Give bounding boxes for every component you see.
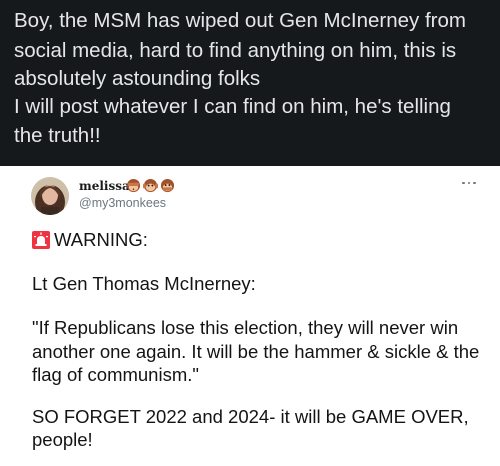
tweet-text-line: flag of communism." bbox=[32, 364, 199, 385]
hear-no-evil-monkey-icon bbox=[143, 178, 158, 193]
user-handle[interactable]: @my3monkees bbox=[79, 196, 166, 210]
see-no-evil-monkey-icon bbox=[126, 178, 141, 193]
speak-no-evil-monkey-icon bbox=[160, 178, 175, 193]
avatar[interactable] bbox=[31, 177, 69, 215]
caption-line: the truth!! bbox=[14, 124, 101, 147]
display-name[interactable]: melissa bbox=[79, 179, 130, 193]
name-emojis bbox=[126, 178, 175, 194]
warning-heading: WARNING: bbox=[32, 229, 148, 251]
caption-line: Boy, the MSM has wiped out Gen McInerney… bbox=[14, 9, 466, 32]
tweet-text-line: people! bbox=[32, 429, 93, 450]
tweet-text-line: Lt Gen Thomas McInerney: bbox=[32, 273, 256, 294]
rotating-light-icon bbox=[32, 231, 50, 249]
caption-line: social media, hard to find anything on h… bbox=[14, 39, 457, 62]
screenshot: Boy, the MSM has wiped out Gen McInerney… bbox=[0, 0, 500, 466]
warning-label: WARNING: bbox=[54, 229, 148, 250]
caption-panel: Boy, the MSM has wiped out Gen McInerney… bbox=[0, 0, 500, 166]
tweet-text-line: SO FORGET 2022 and 2024- it will be GAME… bbox=[32, 406, 469, 427]
tweet-text-line: another one again. It will be the hammer… bbox=[32, 341, 480, 362]
caption-line: absolutely astounding folks bbox=[14, 67, 261, 90]
caption-line: I will post whatever I can find on him, … bbox=[14, 95, 451, 118]
tweet-text-line: "If Republicans lose this election, they… bbox=[32, 317, 459, 338]
more-options-icon[interactable] bbox=[462, 178, 478, 188]
